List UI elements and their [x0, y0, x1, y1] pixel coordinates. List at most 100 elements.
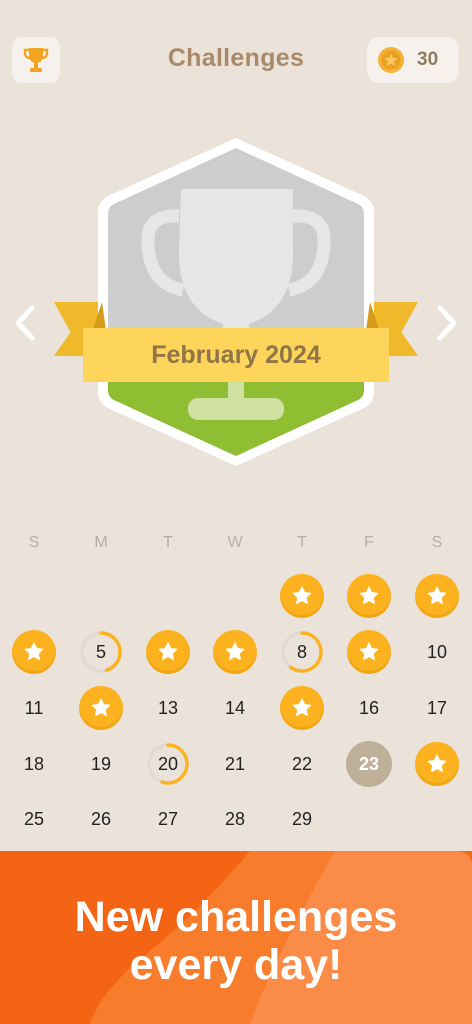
star-icon — [225, 642, 245, 661]
completed-star-badge — [146, 630, 190, 674]
day-completed[interactable] — [414, 741, 460, 787]
day-cell[interactable]: 10 — [414, 629, 460, 675]
coin-count: 30 — [417, 49, 439, 70]
empty-day-cell — [11, 573, 57, 619]
weekday-label: T — [297, 534, 307, 551]
previous-month-button[interactable] — [10, 304, 40, 342]
calendar-week-row: 18 19 20 21 22 23 — [0, 741, 472, 797]
day-number: 18 — [23, 753, 45, 774]
day-completed[interactable] — [145, 629, 191, 675]
day-number: 29 — [291, 808, 313, 829]
star-coin-icon — [378, 47, 404, 73]
promo-line-1: New challenges — [74, 893, 398, 941]
day-number: 22 — [291, 753, 313, 774]
star-icon — [427, 754, 447, 773]
day-cell[interactable]: 18 — [11, 741, 57, 787]
promo-banner: New challenges every day! — [0, 851, 472, 1024]
weekday-label: W — [227, 534, 243, 551]
star-icon — [359, 642, 379, 661]
star-icon — [292, 698, 312, 717]
day-number: 26 — [90, 808, 112, 829]
completed-star-badge — [347, 574, 391, 618]
day-completed[interactable] — [11, 629, 57, 675]
weekday-label: S — [431, 534, 443, 551]
star-icon — [158, 642, 178, 661]
day-cell[interactable]: 25 — [11, 796, 57, 842]
day-number: 14 — [224, 697, 246, 718]
today-day-number: 23 — [346, 741, 392, 787]
day-cell[interactable]: 13 — [145, 685, 191, 731]
empty-day-cell — [78, 573, 124, 619]
day-today[interactable]: 23 — [346, 741, 392, 787]
top-bar: Challenges 30 — [0, 0, 472, 120]
empty-day-cell — [145, 573, 191, 619]
day-cell[interactable]: 16 — [346, 685, 392, 731]
completed-star-badge — [79, 686, 123, 730]
day-number: 11 — [24, 697, 44, 718]
weekday-label: T — [163, 534, 173, 551]
weekday-label: M — [94, 534, 108, 551]
next-month-button[interactable] — [432, 304, 462, 342]
calendar-week-row: 5 8 10 — [0, 629, 472, 685]
empty-day-cell — [346, 796, 392, 842]
day-completed[interactable] — [279, 573, 325, 619]
weekday-header: SMTWTFS — [0, 520, 472, 576]
day-cell[interactable]: 19 — [78, 741, 124, 787]
completed-star-badge — [415, 742, 459, 786]
promo-headline: New challenges every day! — [0, 893, 472, 989]
calendar-week-row: 11 13 14 16 17 — [0, 685, 472, 741]
month-label: February 2024 — [151, 340, 321, 369]
star-icon — [359, 586, 379, 605]
empty-day-cell — [414, 796, 460, 842]
day-number: 19 — [90, 753, 112, 774]
calendar-week-row: 25 26 27 28 29 — [0, 796, 472, 852]
monthly-trophy-badge — [54, 138, 418, 466]
completed-star-badge — [280, 686, 324, 730]
day-number: 8 — [296, 641, 307, 662]
completed-star-badge — [347, 630, 391, 674]
star-icon — [91, 698, 111, 717]
day-cell[interactable]: 17 — [414, 685, 460, 731]
day-in-progress[interactable]: 8 — [279, 629, 325, 675]
promo-line-2: every day! — [129, 941, 343, 989]
day-cell[interactable]: 29 — [279, 796, 325, 842]
day-in-progress[interactable]: 5 — [78, 629, 124, 675]
day-number: 21 — [224, 753, 246, 774]
weekday-label: F — [364, 534, 374, 551]
day-completed[interactable] — [212, 629, 258, 675]
progress-ring: 20 — [146, 742, 190, 786]
day-completed[interactable] — [346, 573, 392, 619]
day-number: 17 — [426, 697, 448, 718]
day-number: 25 — [23, 808, 45, 829]
chevron-right-icon — [437, 305, 457, 341]
completed-star-badge — [415, 574, 459, 618]
day-cell[interactable]: 22 — [279, 741, 325, 787]
day-cell[interactable]: 11 — [11, 685, 57, 731]
completed-star-badge — [213, 630, 257, 674]
day-cell[interactable]: 21 — [212, 741, 258, 787]
day-completed[interactable] — [279, 685, 325, 731]
day-cell[interactable]: 14 — [212, 685, 258, 731]
calendar-week-row — [0, 573, 472, 629]
day-number: 13 — [157, 697, 179, 718]
day-completed[interactable] — [414, 573, 460, 619]
star-icon — [292, 586, 312, 605]
day-number: 28 — [224, 808, 246, 829]
coin-balance[interactable]: 30 — [367, 37, 459, 83]
empty-day-cell — [212, 573, 258, 619]
day-cell[interactable]: 28 — [212, 796, 258, 842]
star-icon — [24, 642, 44, 661]
star-icon — [427, 586, 447, 605]
day-completed[interactable] — [78, 685, 124, 731]
completed-star-badge — [12, 630, 56, 674]
day-in-progress[interactable]: 20 — [145, 741, 191, 787]
day-number: 27 — [157, 808, 179, 829]
weekday-label: S — [28, 534, 40, 551]
day-cell[interactable]: 26 — [78, 796, 124, 842]
day-completed[interactable] — [346, 629, 392, 675]
day-cell[interactable]: 27 — [145, 796, 191, 842]
day-number: 20 — [157, 753, 179, 774]
completed-star-badge — [280, 574, 324, 618]
chevron-left-icon — [15, 305, 35, 341]
day-number: 5 — [95, 641, 106, 662]
